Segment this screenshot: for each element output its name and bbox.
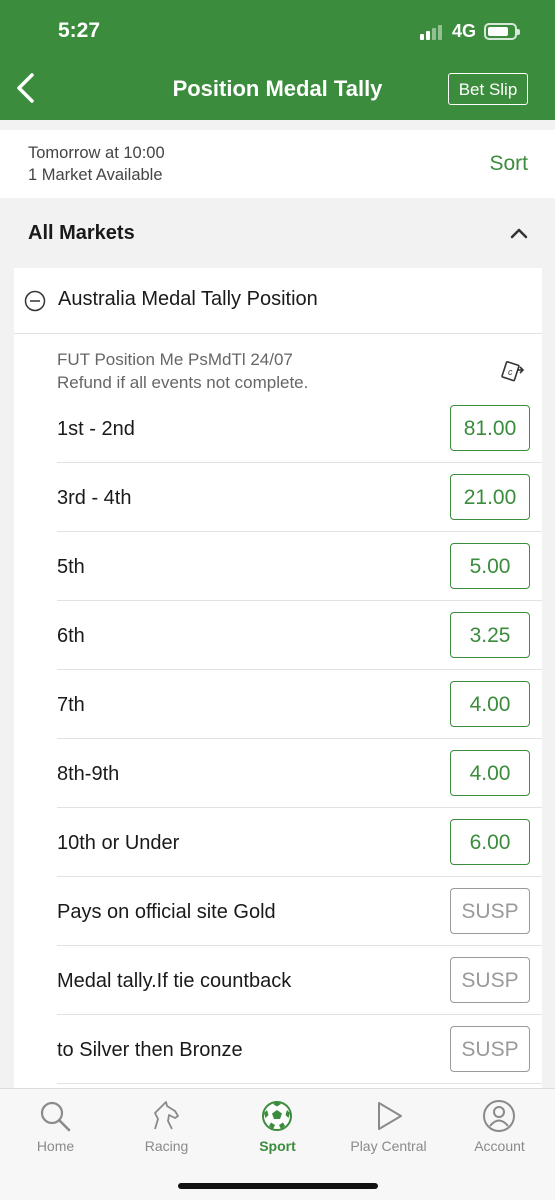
market-code: FUT Position Me PsMdTl 24/07 xyxy=(57,350,293,369)
play-icon xyxy=(378,1102,402,1130)
odds-button[interactable]: 81.00 xyxy=(450,405,530,451)
selection-row: 6th 3.25 xyxy=(57,601,542,670)
selection-label: 10th or Under xyxy=(57,832,180,854)
selection-row: 7th 4.00 xyxy=(57,670,542,739)
event-time: Tomorrow at 10:00 xyxy=(28,144,165,162)
network-type: 4G xyxy=(452,21,477,41)
selection-label: 8th-9th xyxy=(57,763,120,785)
tab-play-central[interactable]: Play Central xyxy=(333,1089,444,1169)
status-bar: 5:27 4G xyxy=(0,0,555,62)
odds-button[interactable]: 5.00 xyxy=(450,543,530,589)
selection-row: 1st - 2nd 81.00 xyxy=(57,394,542,463)
section-title: All Markets xyxy=(28,222,135,244)
selection-label: Pays on official site Gold xyxy=(57,901,276,923)
all-markets-header[interactable]: All Markets xyxy=(0,200,555,266)
home-indicator xyxy=(178,1183,378,1189)
odds-button[interactable]: 6.00 xyxy=(450,819,530,865)
tab-label: Racing xyxy=(144,1138,189,1154)
nav-bar: Position Medal Tally Bet Slip xyxy=(0,62,555,120)
svg-text:c: c xyxy=(508,367,513,377)
signal-icon xyxy=(420,24,446,40)
selection-label: to Silver then Bronze xyxy=(57,1039,243,1061)
selection-row: Medal tally.If tie countback SUSP xyxy=(57,946,542,1015)
selection-row: 8th-9th 4.00 xyxy=(57,739,542,808)
tab-sport[interactable]: Sport xyxy=(222,1089,333,1169)
tab-label: Home xyxy=(36,1138,75,1154)
cash-out-icon[interactable]: c xyxy=(500,357,526,383)
event-info: Tomorrow at 10:00 1 Market Available Sor… xyxy=(0,130,555,198)
suspended-odds-button[interactable]: SUSP xyxy=(450,888,530,934)
market-card: Australia Medal Tally Position FUT Posit… xyxy=(14,268,542,1108)
selection-label: 3rd - 4th xyxy=(57,487,132,509)
chevron-up-icon[interactable] xyxy=(508,224,530,242)
selection-row: to Silver then Bronze SUSP xyxy=(57,1015,542,1084)
app-header: 5:27 4G Position Medal Tally Bet Slip xyxy=(0,0,555,120)
tab-home[interactable]: Home xyxy=(0,1089,111,1169)
bet-slip-button[interactable]: Bet Slip xyxy=(448,73,528,105)
selection-label: 6th xyxy=(57,625,85,647)
search-icon xyxy=(40,1101,71,1132)
soccer-ball-icon xyxy=(262,1101,292,1131)
battery-icon xyxy=(484,23,520,40)
selection-row: 3rd - 4th 21.00 xyxy=(57,463,542,532)
odds-button[interactable]: 4.00 xyxy=(450,750,530,796)
market-header[interactable]: Australia Medal Tally Position xyxy=(14,268,542,334)
odds-button[interactable]: 3.25 xyxy=(450,612,530,658)
tab-account[interactable]: Account xyxy=(444,1089,555,1169)
market-notes: FUT Position Me PsMdTl 24/07 Refund if a… xyxy=(57,348,308,394)
tab-label: Account xyxy=(474,1138,525,1154)
tab-label: Sport xyxy=(259,1138,296,1154)
market-name: Australia Medal Tally Position xyxy=(58,288,318,310)
clock: 5:27 xyxy=(58,19,101,42)
suspended-odds-button[interactable]: SUSP xyxy=(450,957,530,1003)
collapse-minus-icon xyxy=(24,290,46,312)
user-icon xyxy=(483,1100,515,1132)
selection-row: 5th 5.00 xyxy=(57,532,542,601)
selection-label: 7th xyxy=(57,694,85,716)
odds-button[interactable]: 4.00 xyxy=(450,681,530,727)
horse-icon xyxy=(154,1101,179,1130)
selection-label: 5th xyxy=(57,556,85,578)
refund-note: Refund if all events not complete. xyxy=(57,373,309,392)
tab-label: Play Central xyxy=(350,1138,427,1154)
selection-row: Pays on official site Gold SUSP xyxy=(57,877,542,946)
sort-button[interactable]: Sort xyxy=(489,152,528,176)
selection-row: 10th or Under 6.00 xyxy=(57,808,542,877)
suspended-odds-button[interactable]: SUSP xyxy=(450,1026,530,1072)
markets-count: 1 Market Available xyxy=(28,166,163,184)
odds-button[interactable]: 21.00 xyxy=(450,474,530,520)
selection-label: 1st - 2nd xyxy=(57,418,135,440)
selection-label: Medal tally.If tie countback xyxy=(57,970,292,992)
tab-racing[interactable]: Racing xyxy=(111,1089,222,1169)
